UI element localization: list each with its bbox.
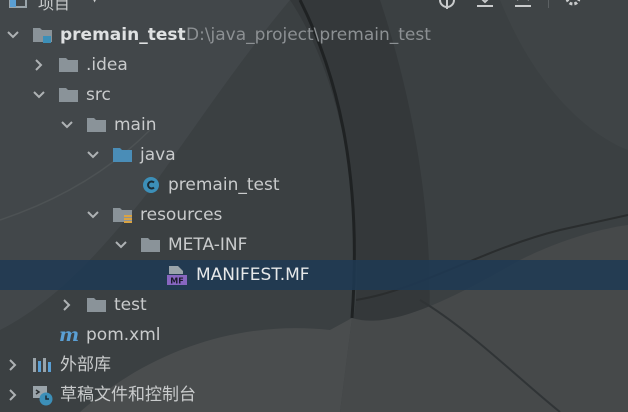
collapse-all-icon[interactable] [474,0,496,10]
chevron-right-icon[interactable] [6,358,20,372]
tree-row-manifest[interactable]: MF MANIFEST.MF [0,260,628,290]
manifest-file-icon: MF [167,266,187,286]
tree-row-meta-inf[interactable]: META-INF [0,230,628,260]
tree-row-pom[interactable]: m pom.xml [0,320,628,350]
library-icon [33,358,51,372]
project-toolbar: 项目 ▼ [0,0,628,14]
folder-icon [87,118,106,132]
chevron-down-icon[interactable] [86,148,100,162]
chevron-down-icon[interactable] [86,208,100,222]
tree-row-idea[interactable]: .idea [0,50,628,80]
folder-icon [59,88,78,102]
tree-item-label: test [114,295,147,315]
resources-folder-icon [113,208,132,223]
project-view-icon [9,0,27,8]
maven-icon: m [59,326,79,344]
tree-item-label: main [114,115,157,135]
module-path: D:\java_project\premain_test [186,25,431,45]
folder-icon [87,298,106,312]
tree-row-premain-class[interactable]: premain_test [0,170,628,200]
project-view-title[interactable]: 项目 [38,0,70,14]
chevron-down-icon[interactable] [60,118,74,132]
tree-item-label: 外部库 [60,355,111,375]
source-folder-icon [113,148,132,162]
toolbar-divider [548,0,549,8]
chevron-right-icon[interactable] [32,58,46,72]
tree-item-label: META-INF [168,235,248,255]
java-class-icon [143,177,159,193]
tree-row-src[interactable]: src [0,80,628,110]
chevron-down-icon[interactable] [32,88,46,102]
expand-icon[interactable] [512,0,534,10]
tree-row-test[interactable]: test [0,290,628,320]
tree-item-label: pom.xml [86,325,161,345]
view-dropdown-caret[interactable]: ▼ [90,0,99,4]
tree-item-label: premain_test [60,25,186,45]
tree-item-label: java [140,145,176,165]
tree-row-scratches[interactable]: 草稿文件和控制台 [0,380,628,410]
maven-icon-text: m [59,326,79,344]
folder-icon [59,58,78,72]
module-folder-icon [33,28,52,43]
chevron-right-icon[interactable] [6,388,20,402]
tree-item-label: resources [140,205,223,225]
target-icon[interactable] [436,0,458,10]
scratches-icon [33,386,53,406]
tree-item-label: src [86,85,111,105]
tree-item-label: premain_test [168,175,280,195]
tree-item-label: MANIFEST.MF [196,265,310,285]
chevron-down-icon[interactable] [114,238,128,252]
tree-item-label: 草稿文件和控制台 [60,385,196,405]
tree-row-java[interactable]: java [0,140,628,170]
tree-row-resources[interactable]: resources [0,200,628,230]
tree-item-label: .idea [86,55,128,75]
tree-row-main[interactable]: main [0,110,628,140]
manifest-icon-text: MF [170,277,183,286]
project-tree: premain_test D:\java_project\premain_tes… [0,20,628,410]
folder-icon [141,238,160,252]
chevron-right-icon[interactable] [60,298,74,312]
tree-row-external-libraries[interactable]: 外部库 [0,350,628,380]
chevron-down-icon[interactable] [6,28,20,42]
tree-row-premain-test[interactable]: premain_test D:\java_project\premain_tes… [0,20,628,50]
gear-icon[interactable] [562,0,584,10]
